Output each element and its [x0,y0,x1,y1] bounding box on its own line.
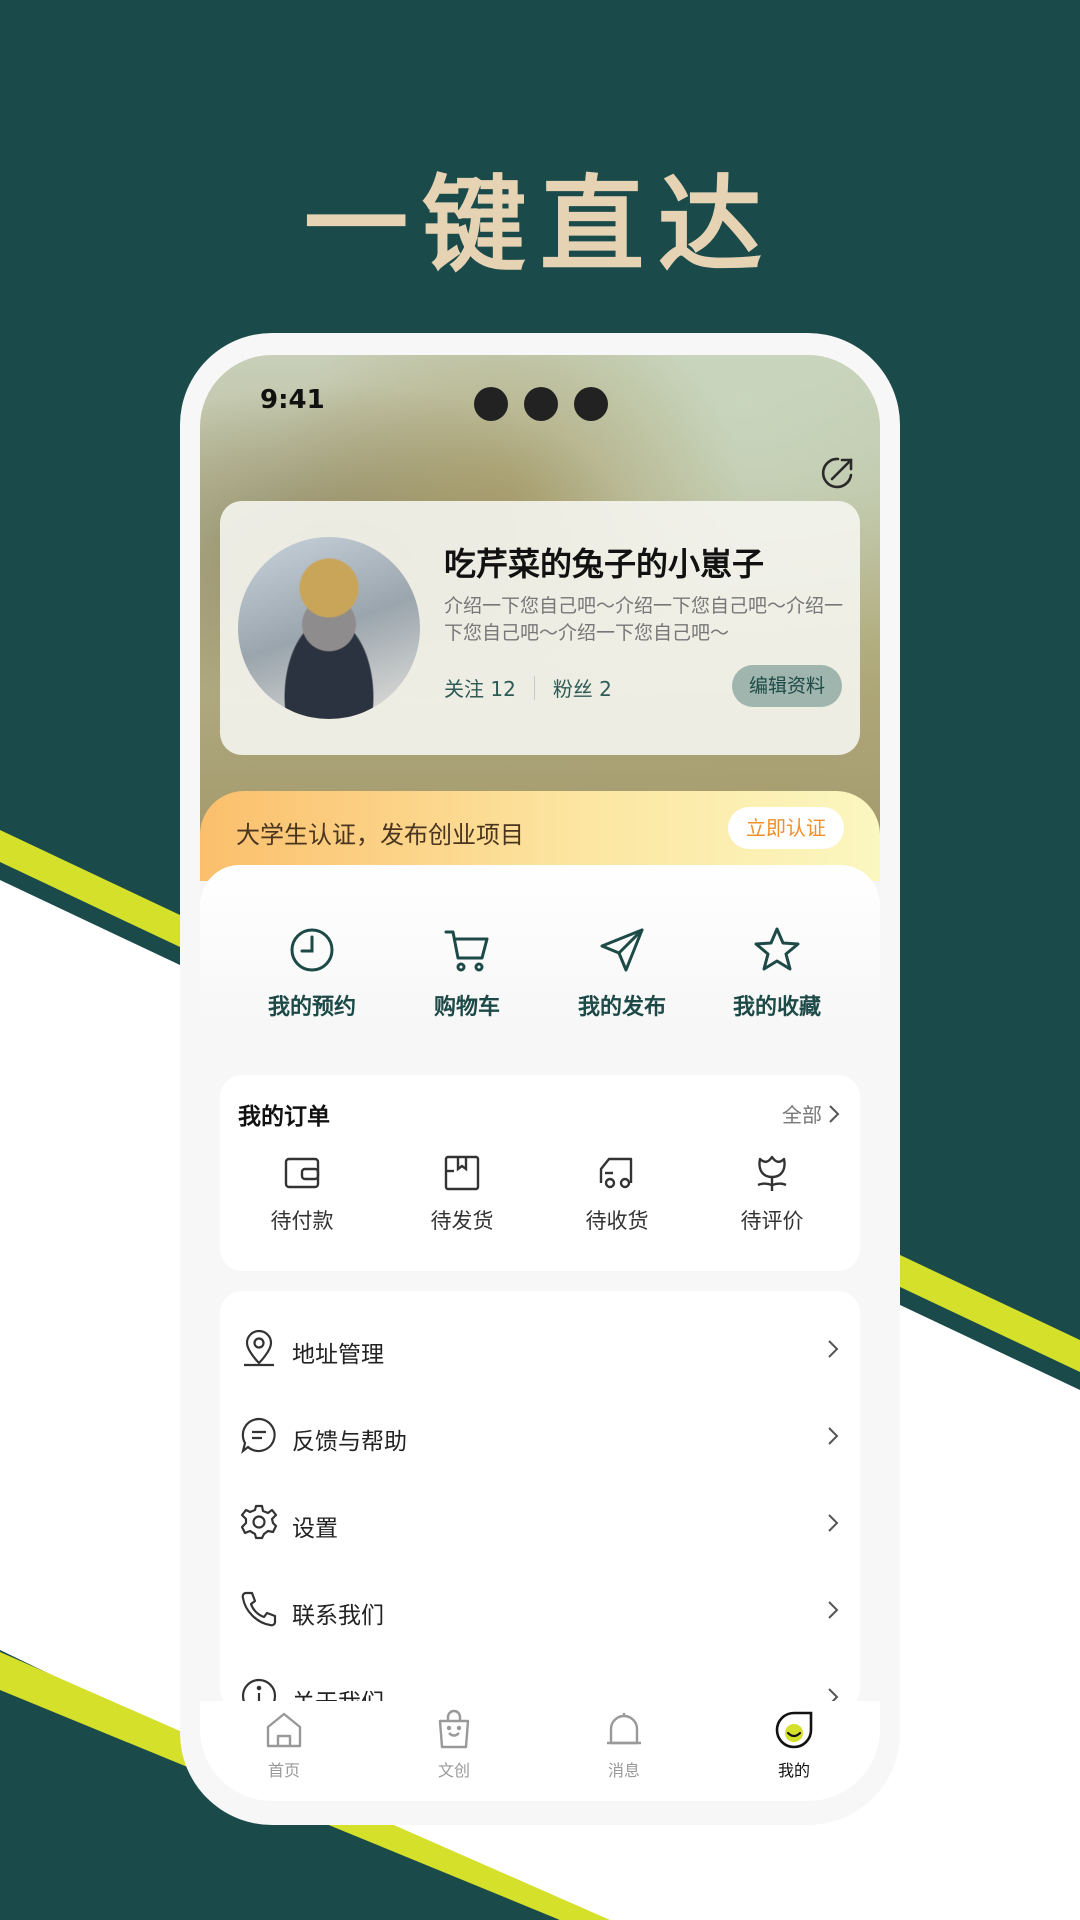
profile-card: 吃芹菜的兔子的小崽子 介绍一下您自己吧～介绍一下您自己吧～介绍一下您自己吧～介绍… [220,501,860,755]
orders-title: 我的订单 [238,1104,330,1130]
bio: 介绍一下您自己吧～介绍一下您自己吧～介绍一下您自己吧～介绍一下您自己吧～ [444,595,844,644]
tab-label: 我的 [777,1761,810,1780]
share-icon[interactable] [818,453,858,493]
tab-messages[interactable]: 消息 [569,1709,679,1781]
edit-profile-button[interactable]: 编辑资料 [732,665,842,707]
order-pending-review[interactable]: 待评价 [712,1153,832,1235]
menu-label: 设置 [292,1516,338,1542]
chevron-right-icon [828,1601,839,1619]
menu-label: 地址管理 [292,1342,384,1368]
tab-label: 文创 [437,1761,470,1780]
orders-card: 我的订单 全部 待付款 待发货 待收货 待评价 [220,1075,860,1271]
quick-action-my-appointments[interactable]: 我的预约 [242,925,382,1021]
stat-divider [533,675,535,700]
camera-dot [574,387,608,421]
chat-icon [241,1417,276,1454]
menu-item-address[interactable]: 地址管理 [220,1309,860,1395]
follow-stats: 关注 12 粉丝 2 [444,673,612,702]
bag-icon [438,1709,470,1749]
quick-action-label: 我的收藏 [732,995,821,1020]
box-icon [444,1155,480,1191]
flower-icon [757,1155,787,1191]
followers-label: 粉丝 [552,677,593,701]
tab-profile[interactable]: 我的 [739,1709,849,1781]
order-label: 待收货 [585,1209,649,1233]
following-label: 关注 [444,677,484,701]
quick-action-label: 购物车 [433,995,500,1020]
chevron-right-icon [828,1514,839,1532]
quick-actions: 我的预约 购物车 我的发布 我的收藏 [200,865,880,1025]
menu-item-feedback[interactable]: 反馈与帮助 [220,1396,860,1482]
menu-label: 联系我们 [292,1603,384,1629]
status-time: 9:41 [260,385,325,415]
camera-dot [524,387,558,421]
truck-icon [599,1157,633,1189]
certify-now-button[interactable]: 立即认证 [728,807,844,849]
followers-count: 2 [599,677,612,701]
home-icon [266,1712,302,1748]
username: 吃芹菜的兔子的小崽子 [444,545,765,583]
certification-text: 大学生认证，发布创业项目 [236,821,524,849]
location-icon [244,1329,274,1367]
profile-icon [775,1711,813,1749]
order-label: 待评价 [740,1209,804,1233]
chevron-right-icon [828,1340,839,1358]
quick-action-cart[interactable]: 购物车 [397,925,537,1021]
tab-label: 消息 [607,1761,640,1780]
tab-label: 首页 [267,1761,300,1780]
tab-home[interactable]: 首页 [229,1709,339,1781]
page-title: 一键直达 [303,164,776,286]
orders-all-link[interactable]: 全部 [782,1099,840,1128]
phone-screen: 9:41 吃芹菜的兔子的小崽子 介绍一下您自己吧～介绍一下您自己吧～介绍一下您自… [200,355,880,1801]
phone-frame: 9:41 吃芹菜的兔子的小崽子 介绍一下您自己吧～介绍一下您自己吧～介绍一下您自… [180,333,900,1825]
orders-all-label: 全部 [782,1103,822,1127]
menu-item-settings[interactable]: 设置 [220,1483,860,1569]
tab-creative[interactable]: 文创 [399,1709,509,1781]
order-pending-receipt[interactable]: 待收货 [557,1153,677,1235]
order-label: 待发货 [430,1209,494,1233]
order-pending-shipment[interactable]: 待发货 [402,1153,522,1235]
order-label: 待付款 [270,1209,334,1233]
quick-action-favorites[interactable]: 我的收藏 [707,925,847,1021]
chevron-right-icon [828,1427,839,1445]
quick-action-label: 我的预约 [267,995,356,1020]
send-icon [600,928,644,972]
menu-label: 反馈与帮助 [292,1429,407,1455]
cart-icon [444,930,489,972]
quick-action-my-posts[interactable]: 我的发布 [552,925,692,1021]
star-icon [754,927,800,971]
avatar[interactable] [238,537,420,719]
clock-icon [290,928,334,972]
followers-stat[interactable]: 粉丝 2 [553,673,612,702]
bell-icon [607,1713,641,1745]
menu-item-contact[interactable]: 联系我们 [220,1570,860,1656]
phone-icon [241,1591,277,1627]
quick-action-label: 我的发布 [577,995,666,1020]
menu-card: 地址管理 反馈与帮助 设置 联系我们 [220,1291,860,1711]
tab-bar: 首页 文创 消息 我的 [200,1701,880,1801]
gear-icon [240,1504,278,1540]
camera-notch [474,387,608,421]
camera-dot [474,387,508,421]
order-pending-payment[interactable]: 待付款 [242,1153,362,1235]
following-count: 12 [490,677,516,701]
chevron-right-icon [829,1104,840,1123]
wallet-icon [284,1157,320,1189]
following-stat[interactable]: 关注 12 [444,673,516,702]
